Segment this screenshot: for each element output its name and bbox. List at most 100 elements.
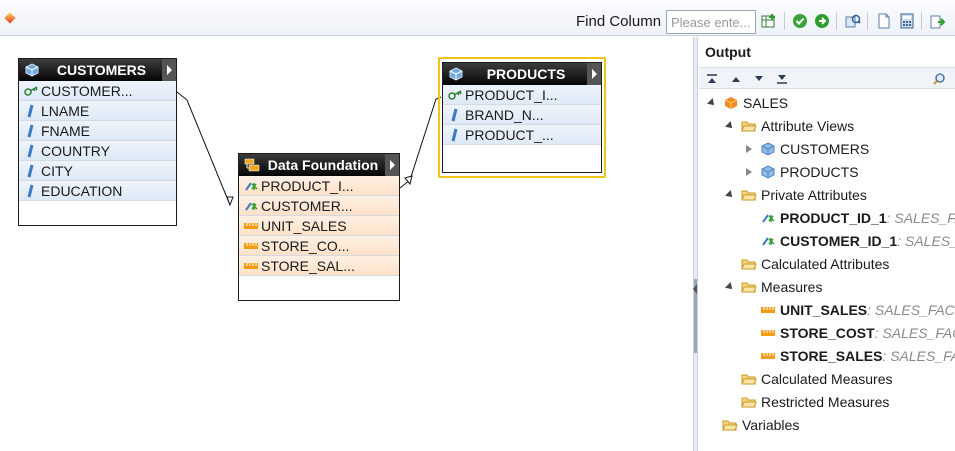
tree-attribute-views[interactable]: Attribute Views [725, 115, 854, 137]
tree-variables[interactable]: Variables [722, 414, 799, 436]
tree-root-sales[interactable]: SALES [707, 92, 788, 114]
df-row-store-cost[interactable]: STORE_CO... [239, 236, 399, 256]
row-label: PRODUCT_I... [465, 86, 558, 103]
tree-measures[interactable]: Measures [725, 276, 822, 298]
attribute-icon [23, 144, 39, 158]
measure-icon [243, 239, 259, 253]
tree-label: Variables [742, 417, 800, 433]
customers-node-header[interactable]: CUSTOMERS [19, 59, 176, 81]
customers-row-customer-id[interactable]: CUSTOMER... [19, 81, 176, 101]
data-foundation-header[interactable]: Data Foundation [239, 154, 399, 176]
products-row-product-id[interactable]: PRODUCT_I... [443, 85, 601, 105]
tree-label: Attribute Views [761, 118, 855, 134]
move-to-top-icon[interactable] [706, 73, 718, 85]
row-label: FNAME [41, 122, 90, 139]
row-label: STORE_SAL... [261, 257, 355, 274]
new-document-icon[interactable] [875, 12, 893, 30]
expand-arrow-icon[interactable] [385, 154, 399, 176]
row-label: LNAME [41, 102, 90, 119]
customers-row-city[interactable]: CITY [19, 161, 176, 181]
data-foundation-node[interactable]: Data Foundation PRODUCT_I... CUSTOMER...… [238, 153, 400, 301]
tree-attr-products[interactable]: PRODUCTS [744, 161, 859, 183]
customers-row-country[interactable]: COUNTRY [19, 141, 176, 161]
collapse-arrow-icon[interactable] [725, 121, 735, 131]
collapse-arrow-icon[interactable] [725, 190, 735, 200]
tree-label: Calculated Attributes [761, 256, 890, 272]
customers-row-lname[interactable]: LNAME [19, 101, 176, 121]
move-down-icon[interactable] [753, 73, 765, 85]
collapse-arrow-icon[interactable] [725, 282, 735, 292]
tree-m-store-cost[interactable]: STORE_COST : SALES_FACT [760, 322, 955, 344]
data-foundation-icon [243, 157, 261, 173]
attribute-icon [447, 128, 463, 142]
tree-type-label: : SALES_FACT_ [867, 302, 955, 318]
tree-attr-customers[interactable]: CUSTOMERS [744, 138, 869, 160]
tree-label: CUSTOMER_ID_1 [780, 233, 898, 249]
row-label: PRODUCT_... [465, 126, 554, 143]
folder-open-icon [741, 119, 757, 133]
tree-label: STORE_SALES [780, 348, 883, 364]
tree-m-store-sales[interactable]: STORE_SALES : SALES_FAC [760, 345, 955, 367]
collapse-arrow-icon[interactable] [693, 284, 697, 294]
folder-open-icon [741, 395, 757, 409]
row-label: CUSTOMER... [261, 197, 353, 214]
search-icon[interactable] [933, 73, 945, 85]
customers-row-fname[interactable]: FNAME [19, 121, 176, 141]
tree-private-attributes[interactable]: Private Attributes [725, 184, 867, 206]
panel-splitter[interactable] [693, 37, 698, 451]
attribute-icon [23, 104, 39, 118]
output-title: Output [705, 44, 751, 60]
data-preview-icon[interactable] [844, 12, 862, 30]
export-icon[interactable] [929, 12, 947, 30]
add-table-icon[interactable] [760, 12, 778, 30]
measure-icon [760, 349, 776, 363]
products-title: PRODUCTS [486, 66, 566, 82]
customers-node[interactable]: CUSTOMERS CUSTOMER... LNAME FNAME COUNTR… [18, 58, 177, 226]
row-label: EDUCATION [41, 182, 123, 199]
row-label: BRAND_N... [465, 106, 544, 123]
tree-label: UNIT_SALES [780, 302, 868, 318]
expand-arrow-icon[interactable] [162, 59, 176, 81]
df-row-unit-sales[interactable]: UNIT_SALES [239, 216, 399, 236]
output-toolbar [699, 67, 955, 89]
row-label: PRODUCT_I... [261, 177, 354, 194]
attribute-icon [23, 164, 39, 178]
tree-pa-customer-id[interactable]: CUSTOMER_ID_1 : SALES_F [760, 230, 955, 252]
products-node-header[interactable]: PRODUCTS [443, 63, 601, 85]
activate-icon[interactable] [813, 12, 831, 30]
folder-open-icon [741, 257, 757, 271]
cube-icon [760, 142, 776, 156]
key-icon [760, 211, 776, 225]
move-up-icon[interactable] [730, 73, 742, 85]
move-to-bottom-icon[interactable] [776, 73, 788, 85]
row-label: UNIT_SALES [261, 217, 347, 234]
cube-icon [760, 165, 776, 179]
customers-row-education[interactable]: EDUCATION [19, 181, 176, 201]
tree-pa-product-id[interactable]: PRODUCT_ID_1 : SALES_FA [760, 207, 955, 229]
validate-icon[interactable] [791, 12, 809, 30]
output-panel: Output SALES Attribute Views CUSTOMERS P… [699, 37, 955, 451]
df-row-product-id[interactable]: PRODUCT_I... [239, 176, 399, 196]
calculator-icon[interactable] [898, 12, 916, 30]
key-icon [243, 199, 259, 213]
tree-restricted-measures[interactable]: Restricted Measures [741, 391, 889, 413]
collapse-arrow-icon[interactable] [707, 98, 717, 108]
expand-arrow-icon[interactable] [744, 144, 754, 154]
tree-label: CUSTOMERS [780, 141, 870, 157]
expand-arrow-icon[interactable] [587, 63, 601, 85]
products-node[interactable]: PRODUCTS PRODUCT_I... BRAND_N... PRODUCT… [442, 62, 602, 173]
key-icon [243, 179, 259, 193]
calculation-view-icon [723, 96, 739, 110]
folder-open-icon [741, 280, 757, 294]
df-row-store-sales[interactable]: STORE_SAL... [239, 256, 399, 276]
df-row-customer-id[interactable]: CUSTOMER... [239, 196, 399, 216]
expand-arrow-icon[interactable] [744, 167, 754, 177]
row-label: CITY [41, 162, 73, 179]
products-row-brand-name[interactable]: BRAND_N... [443, 105, 601, 125]
tree-calculated-measures[interactable]: Calculated Measures [741, 368, 893, 390]
products-row-product-name[interactable]: PRODUCT_... [443, 125, 601, 145]
tree-m-unit-sales[interactable]: UNIT_SALES : SALES_FACT_ [760, 299, 955, 321]
tree-calculated-attributes[interactable]: Calculated Attributes [741, 253, 889, 275]
find-column-input[interactable] [666, 10, 756, 34]
key-icon [447, 88, 463, 102]
